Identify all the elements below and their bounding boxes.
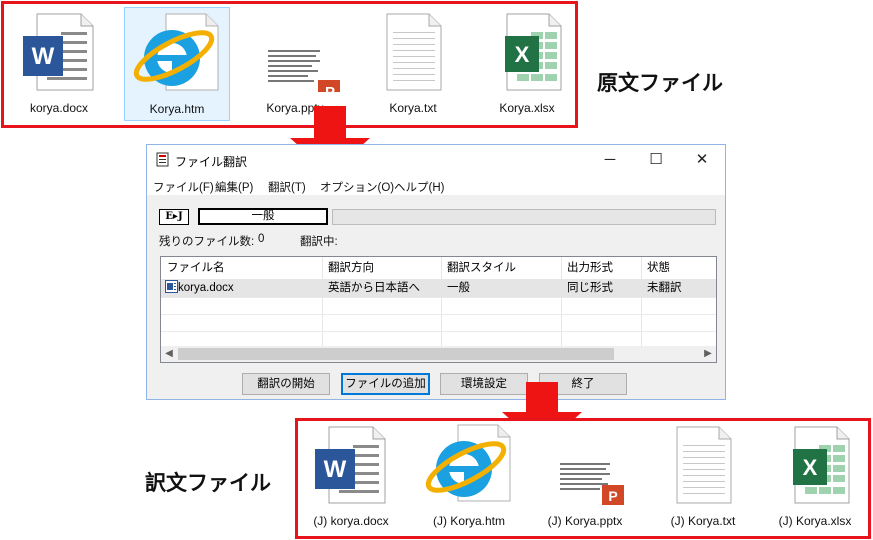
file-item-j-korya-xlsx[interactable]: X (J) Korya.xlsx xyxy=(760,425,870,528)
file-name-label: korya.docx xyxy=(29,101,89,115)
powerpoint-icon: P xyxy=(540,425,630,505)
minimize-button[interactable]: ─ xyxy=(587,145,633,175)
file-name-label: (J) Korya.txt xyxy=(670,514,736,528)
svg-text:X: X xyxy=(515,42,530,67)
scroll-right-icon[interactable]: ▶ xyxy=(700,346,716,362)
row-divider xyxy=(161,314,716,315)
start-translation-button[interactable]: 翻訳の開始 xyxy=(242,373,330,395)
column-header-style[interactable]: 翻訳スタイル xyxy=(441,257,516,279)
file-item-korya-txt[interactable]: Korya.txt xyxy=(358,12,468,115)
title-bar[interactable]: ファイル翻訳 ─ ☐ ✕ xyxy=(147,145,725,175)
app-icon xyxy=(155,152,171,173)
column-header-output[interactable]: 出力形式 xyxy=(561,257,613,279)
text-file-icon xyxy=(373,12,453,92)
translated-files-label: 訳文ファイル xyxy=(145,471,271,495)
file-item-korya-xlsx[interactable]: X Korya.xlsx xyxy=(472,12,582,115)
row-divider xyxy=(161,331,716,332)
window-title: ファイル翻訳 xyxy=(175,155,248,169)
file-list-table[interactable]: ファイル名 翻訳方向 翻訳スタイル 出力形式 状態 korya.docx 英語か… xyxy=(160,256,717,363)
svg-text:P: P xyxy=(325,84,335,92)
svg-text:W: W xyxy=(324,456,347,483)
menu-edit[interactable]: 編集(P) xyxy=(215,179,253,195)
file-name-label: Korya.txt xyxy=(389,101,437,115)
add-file-button[interactable]: ファイルの追加 xyxy=(341,373,430,395)
word-document-icon xyxy=(165,280,178,293)
excel-icon: X xyxy=(775,425,855,505)
column-divider xyxy=(561,257,562,346)
file-item-korya-docx[interactable]: W korya.docx xyxy=(4,12,114,115)
svg-text:X: X xyxy=(803,455,818,480)
table-cell-status: 未翻訳 xyxy=(647,282,682,294)
remaining-files-count: 0 xyxy=(258,233,265,245)
source-files-label: 原文ファイル xyxy=(597,71,723,95)
table-cell-filename-text: korya.docx xyxy=(178,282,234,294)
file-name-label: (J) Korya.pptx xyxy=(547,514,623,528)
file-name-label: Korya.xlsx xyxy=(499,101,555,115)
table-row[interactable]: korya.docx 英語から日本語へ 一般 同じ形式 未翻訳 xyxy=(161,279,716,297)
close-button[interactable]: ✕ xyxy=(679,145,725,175)
row-divider xyxy=(161,297,716,298)
text-file-icon xyxy=(663,425,743,505)
file-item-j-korya-pptx[interactable]: P (J) Korya.pptx xyxy=(530,425,640,528)
file-item-j-korya-htm[interactable]: (J) Korya.htm xyxy=(414,421,524,528)
file-item-korya-htm[interactable]: Korya.htm xyxy=(124,7,230,121)
translating-label: 翻訳中: xyxy=(300,236,338,248)
translation-mode-field[interactable]: 一般 xyxy=(198,208,328,225)
remaining-files-label: 残りのファイル数: xyxy=(159,236,255,248)
file-item-korya-pptx[interactable]: P Korya.pptx xyxy=(240,12,350,115)
file-name-label: (J) Korya.htm xyxy=(432,514,505,528)
scrollbar-thumb[interactable] xyxy=(178,348,614,360)
file-translation-window: ファイル翻訳 ─ ☐ ✕ ファイル(F) 編集(P) 翻訳(T) オプション(O… xyxy=(146,144,726,400)
table-cell-style: 一般 xyxy=(447,282,470,294)
column-divider xyxy=(441,257,442,346)
file-name-label: (J) korya.docx xyxy=(313,514,389,528)
excel-icon: X xyxy=(487,12,567,92)
internet-explorer-icon xyxy=(132,10,222,94)
powerpoint-icon: P xyxy=(250,12,342,102)
progress-bar xyxy=(332,209,716,225)
column-header-direction[interactable]: 翻訳方向 xyxy=(322,257,374,279)
table-cell-output: 同じ形式 xyxy=(567,282,613,294)
horizontal-scrollbar[interactable]: ◀ ▶ xyxy=(161,346,716,362)
file-name-label: Korya.htm xyxy=(149,102,205,116)
table-cell-direction: 英語から日本語へ xyxy=(328,282,420,294)
column-divider xyxy=(322,257,323,346)
svg-text:W: W xyxy=(32,43,55,70)
menu-file[interactable]: ファイル(F) xyxy=(153,179,214,195)
menu-help[interactable]: ヘルプ(H) xyxy=(394,179,444,195)
file-item-j-korya-txt[interactable]: (J) Korya.txt xyxy=(648,425,758,528)
menu-options[interactable]: オプション(O) xyxy=(320,179,394,195)
word-document-icon: W xyxy=(311,425,391,505)
table-cell-filename: korya.docx xyxy=(161,279,234,297)
menu-bar: ファイル(F) 編集(P) 翻訳(T) オプション(O) ヘルプ(H) xyxy=(147,175,725,195)
svg-text:P: P xyxy=(608,488,617,504)
file-name-label: (J) Korya.xlsx xyxy=(778,514,852,528)
menu-translate[interactable]: 翻訳(T) xyxy=(268,179,306,195)
internet-explorer-icon xyxy=(424,421,514,505)
scroll-left-icon[interactable]: ◀ xyxy=(161,346,177,362)
word-document-icon: W xyxy=(19,12,99,92)
column-divider xyxy=(641,257,642,346)
column-header-filename[interactable]: ファイル名 xyxy=(161,257,225,279)
file-item-j-korya-docx[interactable]: W (J) korya.docx xyxy=(296,425,406,528)
maximize-button[interactable]: ☐ xyxy=(633,145,679,175)
column-header-status[interactable]: 状態 xyxy=(641,257,670,279)
ej-direction-icon[interactable]: E▸J xyxy=(159,209,189,225)
